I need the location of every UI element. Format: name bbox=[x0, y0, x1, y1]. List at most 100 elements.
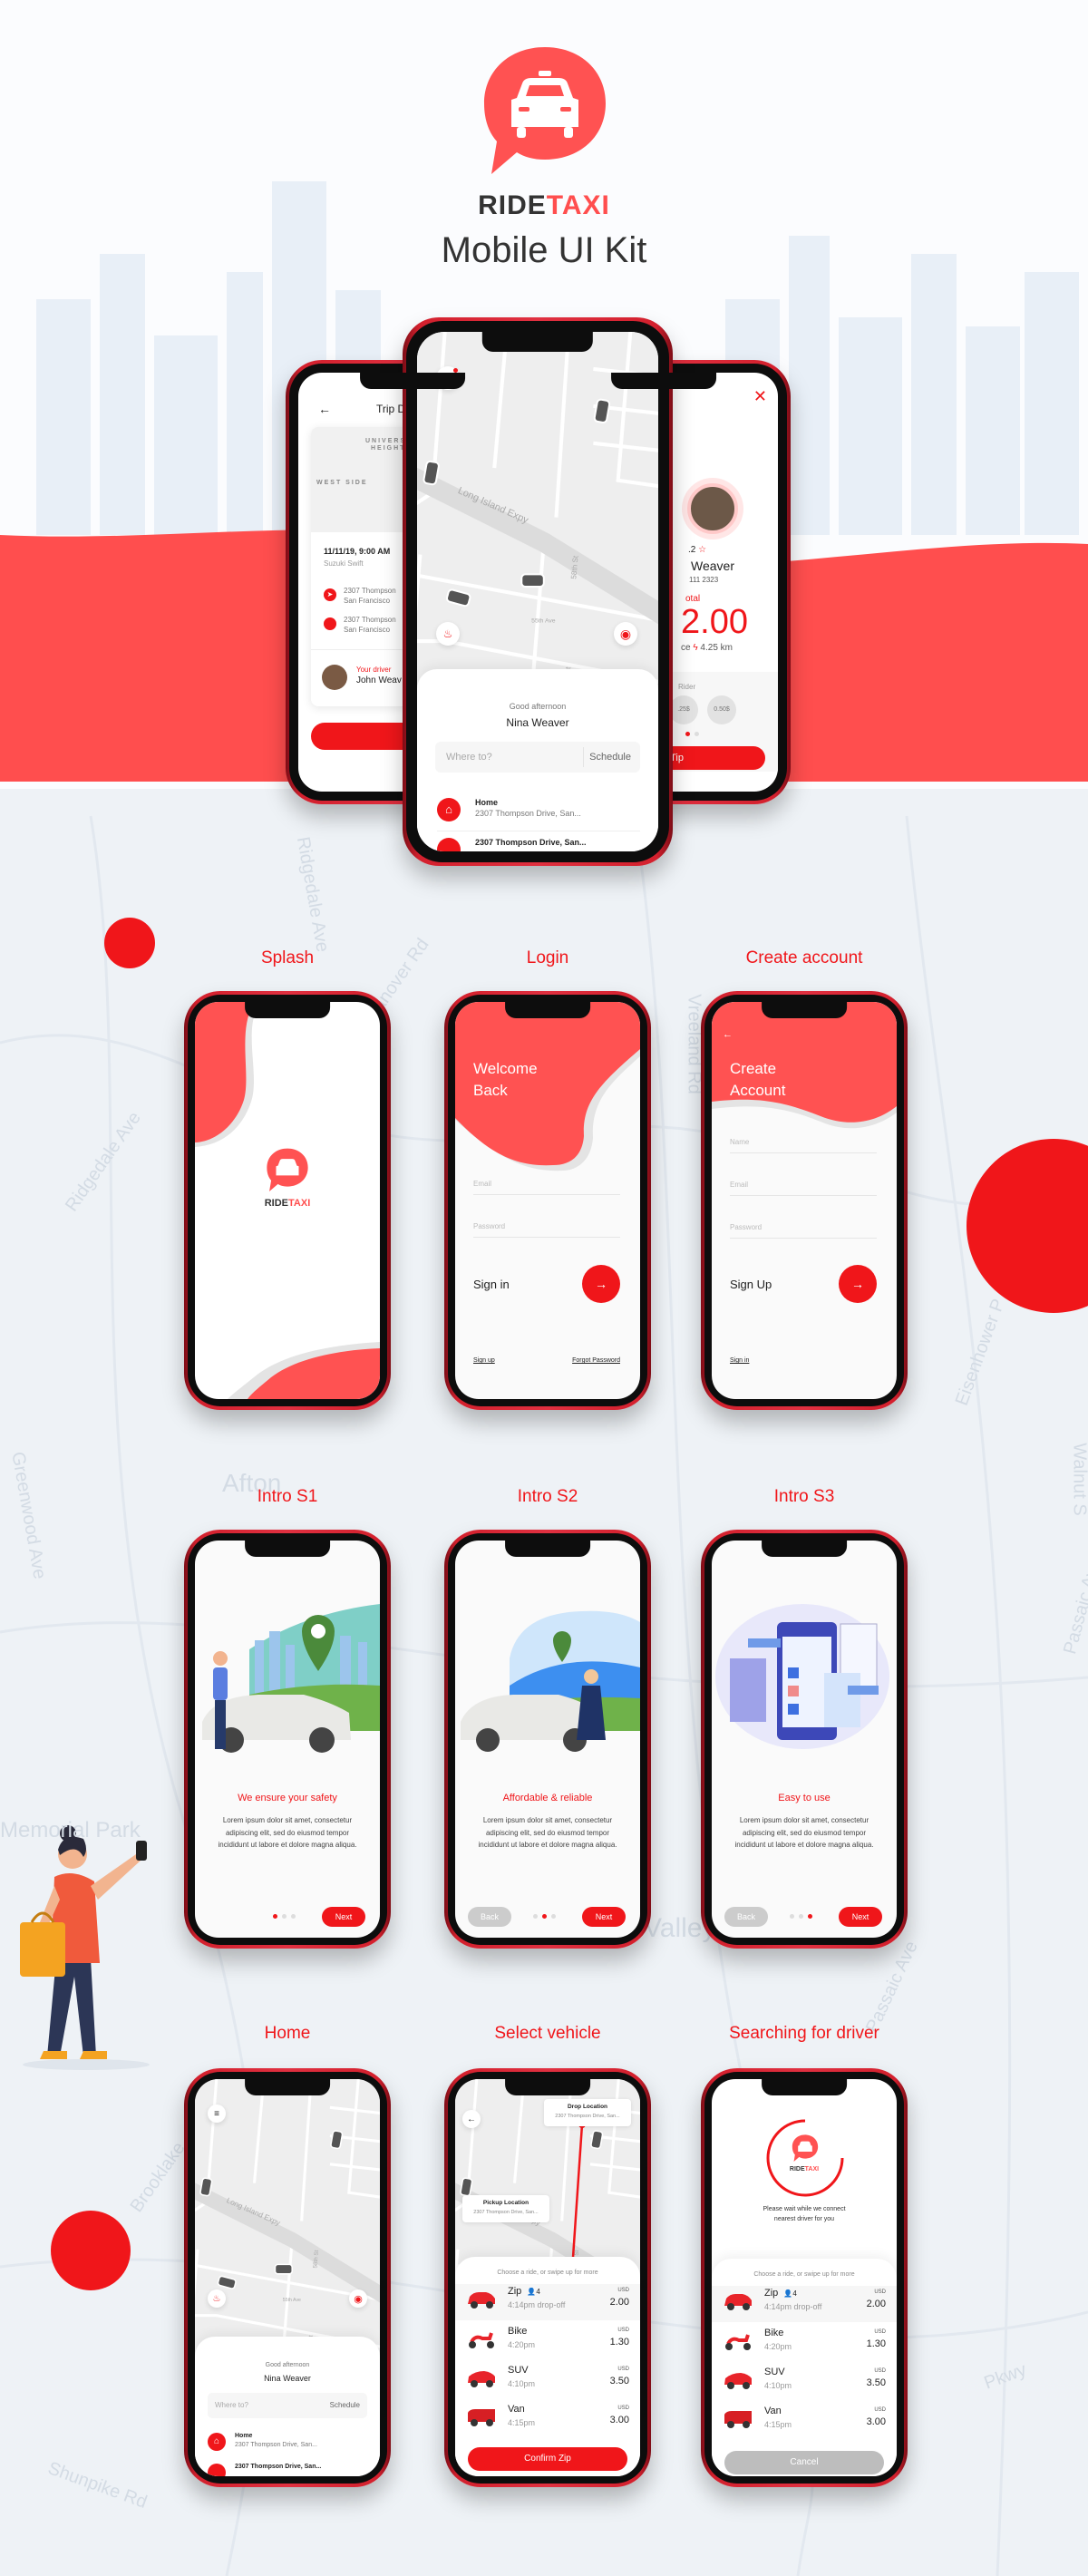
locate-icon[interactable]: ◉ bbox=[349, 2289, 367, 2308]
kit-subtitle: Mobile UI Kit bbox=[441, 230, 647, 270]
vehicle-row-suv[interactable]: SUV 4:10pm USD 3.50 bbox=[455, 2363, 640, 2399]
where-to-bar[interactable]: Where to? Schedule bbox=[435, 742, 640, 773]
confirm-zip-button[interactable]: Confirm Zip bbox=[468, 2447, 627, 2471]
email-field[interactable]: Email bbox=[473, 1180, 491, 1188]
fire-icon[interactable]: ♨ bbox=[208, 2289, 226, 2308]
vehicle-name: SUV bbox=[508, 2365, 529, 2376]
street-name: Memorial Park bbox=[0, 1818, 141, 1842]
where-to-bar[interactable]: Where to? Schedule bbox=[208, 2393, 367, 2418]
back-arrow-icon[interactable]: ← bbox=[723, 1029, 733, 1040]
driver-avatar bbox=[687, 483, 738, 534]
body-line: adipiscing elit, sed do eiusmod tempor bbox=[225, 1828, 350, 1837]
navigation-icon: ➤ bbox=[324, 588, 336, 601]
back-arrow-icon[interactable]: ← bbox=[462, 2110, 481, 2128]
street-name: Walnut S bbox=[1069, 1443, 1088, 1516]
currency: USD bbox=[617, 2406, 629, 2411]
vehicle-name: Van bbox=[508, 2404, 525, 2415]
sign-in-link[interactable]: Sign in bbox=[730, 1357, 749, 1364]
section-label: Intro S2 bbox=[517, 1487, 578, 1506]
fire-icon[interactable]: ♨ bbox=[436, 622, 460, 646]
scooter-icon bbox=[469, 2332, 494, 2348]
sign-in-arrow-button[interactable]: → bbox=[582, 1265, 620, 1303]
vehicle-row-bike[interactable]: Bike 4:20pm USD 1.30 bbox=[712, 2326, 897, 2362]
driver-name: Weaver bbox=[691, 559, 734, 573]
phone-intro-1: We ensure your safety Lorem ipsum dolor … bbox=[184, 1530, 391, 1949]
suv-icon bbox=[468, 2371, 495, 2387]
trip-car: Suzuki Swift bbox=[324, 559, 364, 568]
vehicle-row-van[interactable]: Van 4:15pm USD 3.00 bbox=[455, 2402, 640, 2438]
brand-taxi: TAXI bbox=[288, 1198, 311, 1209]
where-to-input[interactable]: Where to? bbox=[215, 2401, 248, 2409]
currency: USD bbox=[874, 2289, 886, 2295]
locate-icon[interactable]: ◉ bbox=[614, 622, 637, 646]
pickup-location-card[interactable]: Pickup Location 2307 Thompson Drive, San… bbox=[462, 2195, 549, 2222]
forgot-password-link[interactable]: Forgot Password bbox=[572, 1357, 620, 1364]
email-field[interactable]: Email bbox=[730, 1181, 748, 1189]
back-button[interactable]: Back bbox=[724, 1907, 768, 1927]
car-icon bbox=[468, 2292, 495, 2309]
vehicle-price: 3.00 bbox=[609, 2415, 629, 2425]
place-title[interactable]: Home bbox=[475, 798, 498, 807]
place-address: 2307 Thompson Drive, San... bbox=[475, 809, 581, 818]
next-button[interactable]: Next bbox=[839, 1907, 882, 1927]
vehicle-time: 4:14pm drop-off bbox=[508, 2300, 566, 2309]
schedule-button[interactable]: Schedule bbox=[589, 752, 631, 763]
vehicle-time: 4:14pm drop-off bbox=[764, 2302, 822, 2311]
body-line: Lorem ipsum dolor sit amet, consectetur bbox=[222, 1816, 353, 1824]
where-to-input[interactable]: Where to? bbox=[446, 752, 492, 763]
vehicle-time: 4:15pm bbox=[508, 2418, 536, 2427]
sign-up-link[interactable]: Sign up bbox=[473, 1357, 495, 1364]
cancel-button[interactable]: Cancel bbox=[724, 2451, 884, 2474]
menu-icon[interactable]: ≡ bbox=[208, 2105, 226, 2123]
place-title[interactable]: Home bbox=[235, 2433, 252, 2439]
back-arrow-icon[interactable]: ← bbox=[318, 402, 331, 416]
section-label: Home bbox=[264, 2024, 311, 2043]
vehicle-row-zip[interactable]: Zip 👤4 4:14pm drop-off USD 2.00 bbox=[455, 2284, 640, 2320]
vehicle-row-van[interactable]: Van 4:15pm USD 3.00 bbox=[712, 2404, 897, 2440]
easy-to-use-illustration bbox=[715, 1604, 889, 1749]
user-name: Nina Weaver bbox=[506, 716, 569, 729]
brand-wordmark: RIDETAXI bbox=[453, 190, 635, 221]
close-icon[interactable]: ✕ bbox=[753, 387, 767, 406]
drop-location-card[interactable]: Drop Location 2307 Thompson Drive, San..… bbox=[544, 2099, 631, 2126]
phone-home: Long Island Expy 58th St 55th Ave 58th S… bbox=[184, 2068, 391, 2487]
vehicle-price: 3.50 bbox=[866, 2377, 886, 2388]
vehicle-row-bike[interactable]: Bike 4:20pm USD 1.30 bbox=[455, 2324, 640, 2360]
password-field[interactable]: Password bbox=[730, 1223, 762, 1231]
currency: USD bbox=[874, 2368, 886, 2374]
next-button[interactable]: Next bbox=[322, 1907, 365, 1927]
phone-select-vehicle: Long Island Expy 58th St 55th Ave 58th S… bbox=[444, 2068, 651, 2487]
schedule-button[interactable]: Schedule bbox=[330, 2401, 360, 2409]
intro-body: Lorem ipsum dolor sit amet, consectetur a… bbox=[464, 1814, 631, 1852]
section-label: Splash bbox=[260, 948, 315, 967]
tip-chip[interactable]: 0.50$ bbox=[707, 695, 736, 724]
van-icon bbox=[724, 2411, 752, 2428]
car-marker bbox=[274, 2263, 293, 2275]
car-marker bbox=[520, 573, 545, 588]
name-field[interactable]: Name bbox=[730, 1138, 749, 1146]
password-field[interactable]: Password bbox=[473, 1222, 505, 1230]
tip-chip[interactable]: .25$ bbox=[669, 695, 698, 724]
currency: USD bbox=[617, 2328, 629, 2333]
vehicle-price: 1.30 bbox=[866, 2338, 886, 2349]
sign-up-arrow-button[interactable]: → bbox=[839, 1265, 877, 1303]
car-marker bbox=[423, 460, 440, 486]
vehicle-row-suv[interactable]: SUV 4:10pm USD 3.50 bbox=[712, 2365, 897, 2401]
place-title[interactable]: 2307 Thompson Drive, San... bbox=[235, 2464, 321, 2470]
sign-in-label: Sign in bbox=[473, 1278, 510, 1291]
body-line: Lorem ipsum dolor sit amet, consectetur bbox=[739, 1816, 869, 1824]
next-button[interactable]: Next bbox=[582, 1907, 626, 1927]
page-indicator bbox=[273, 1914, 296, 1919]
vehicle-row-zip[interactable]: Zip 👤4 4:14pm drop-off USD 2.00 bbox=[712, 2286, 897, 2322]
back-button[interactable]: Back bbox=[468, 1907, 511, 1927]
place-title[interactable]: 2307 Thompson Drive, San... bbox=[475, 838, 587, 847]
section-label: Intro S3 bbox=[773, 1487, 835, 1506]
drop-address: 2307 Thompson Drive, San... bbox=[555, 2114, 620, 2119]
rating: .2 ☆ bbox=[688, 545, 706, 555]
phone-create-account: ← Create Account Name Email Password Sig… bbox=[701, 991, 908, 1410]
map-street-label: 55th Ave bbox=[283, 2298, 301, 2303]
car-marker bbox=[199, 2177, 213, 2197]
place-icon bbox=[208, 2464, 226, 2476]
car-marker bbox=[593, 398, 611, 423]
section-label: Select vehicle bbox=[494, 2024, 601, 2043]
